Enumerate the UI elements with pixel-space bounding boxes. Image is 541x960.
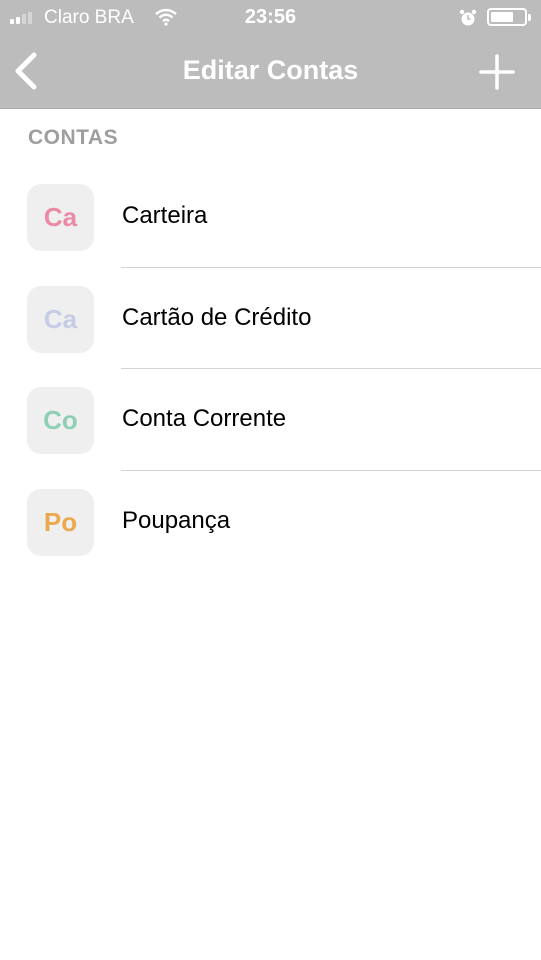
navigation-bar: Editar Contas [0,36,541,109]
accounts-list: Ca Carteira Ca Cartão de Crédito Co Cont… [0,166,541,572]
page-title: Editar Contas [182,55,359,85]
battery-icon [487,8,531,26]
account-avatar: Ca [27,285,94,353]
account-row[interactable]: Ca Cartão de Crédito [0,268,541,369]
account-avatar: Co [27,387,94,454]
add-account-button[interactable] [478,53,516,96]
account-row[interactable]: Ca Carteira [0,166,541,268]
account-avatar: Po [27,488,94,556]
account-avatar: Ca [27,184,94,251]
account-name: Poupança [122,506,231,534]
account-name: Carteira [122,202,208,229]
account-row[interactable]: Po Poupança [0,471,541,573]
plus-icon [479,54,515,90]
alarm-icon [458,8,478,33]
status-bar: Claro BRA 23:56 [0,0,541,36]
account-name: Cartão de Crédito [122,303,312,331]
section-header: CONTAS [28,126,119,149]
account-name: Conta Corrente [122,405,287,432]
account-row[interactable]: Co Conta Corrente [0,369,541,471]
